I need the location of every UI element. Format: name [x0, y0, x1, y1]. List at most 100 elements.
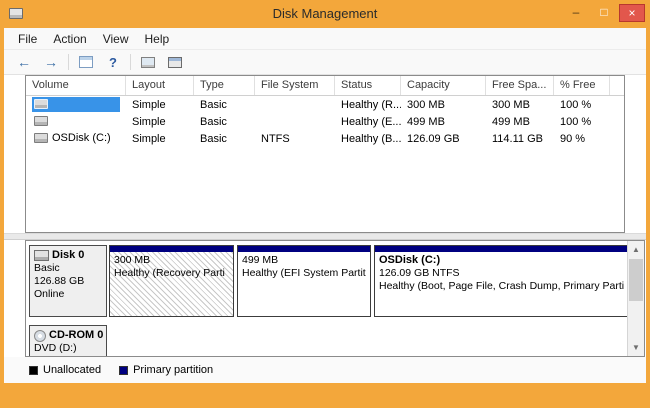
disk-properties-glyph	[168, 57, 182, 68]
menu-file[interactable]: File	[10, 29, 45, 49]
menu-help[interactable]: Help	[137, 29, 178, 49]
partition-recovery[interactable]: 300 MB Healthy (Recovery Parti	[109, 245, 234, 317]
column-free-space[interactable]: Free Spa...	[486, 76, 554, 95]
disk-type: DVD (D:)	[34, 342, 102, 355]
volume-list: Volume Layout Type File System Status Ca…	[25, 75, 625, 233]
minimize-button[interactable]: –	[563, 4, 589, 22]
cell-capacity: 300 MB	[401, 99, 486, 111]
volume-name: OSDisk (C:)	[52, 132, 111, 144]
cell-layout: Simple	[126, 133, 194, 145]
cell-status: Healthy (E...	[335, 116, 401, 128]
cell-free-space: 499 MB	[486, 116, 554, 128]
column-file-system[interactable]: File System	[255, 76, 335, 95]
volume-cell[interactable]: OSDisk (C:)	[32, 131, 120, 146]
cell-type: Basic	[194, 99, 255, 111]
disk0-row: Disk 0 Basic 126.88 GB Online 300 MB Hea…	[29, 245, 625, 317]
pane-splitter[interactable]	[4, 233, 646, 240]
volume-cell[interactable]	[32, 114, 120, 129]
legend-bar: Unallocated Primary partition	[4, 357, 646, 383]
column-layout[interactable]: Layout	[126, 76, 194, 95]
column-type[interactable]: Type	[194, 76, 255, 95]
cell-capacity: 126.09 GB	[401, 133, 486, 145]
cell-pct-free: 100 %	[554, 99, 610, 111]
partition-osdisk[interactable]: OSDisk (C:) 126.09 GB NTFS Healthy (Boot…	[374, 245, 627, 317]
menu-bar: File Action View Help	[4, 28, 646, 50]
computer-icon[interactable]	[138, 53, 158, 72]
cell-status: Healthy (B...	[335, 133, 401, 145]
disk-name: Disk 0	[52, 249, 84, 262]
partition-status: Healthy (EFI System Partit	[242, 267, 366, 280]
close-button[interactable]: ×	[619, 4, 645, 22]
console-tree-glyph	[79, 56, 93, 68]
toolbar: ← → ?	[4, 50, 646, 75]
disk-management-window: Disk Management – □ × File Action View H…	[0, 0, 650, 408]
vertical-scrollbar[interactable]: ▲ ▼	[627, 241, 644, 356]
cell-capacity: 499 MB	[401, 116, 486, 128]
disk-properties-icon[interactable]	[165, 53, 185, 72]
back-icon[interactable]: ←	[14, 53, 34, 72]
table-row-osdisk[interactable]: OSDisk (C:) Simple Basic NTFS Healthy (B…	[26, 130, 624, 147]
maximize-button[interactable]: □	[591, 4, 617, 22]
title-bar[interactable]: Disk Management – □ ×	[0, 0, 650, 28]
help-glyph: ?	[109, 55, 117, 70]
primary-partition-swatch	[119, 366, 128, 375]
table-row-recovery[interactable]: Simple Basic Healthy (R... 300 MB 300 MB…	[26, 96, 624, 113]
partition-size: 499 MB	[242, 254, 366, 267]
table-row-efi[interactable]: Simple Basic Healthy (E... 499 MB 499 MB…	[26, 113, 624, 130]
scrollbar-thumb[interactable]	[629, 259, 643, 301]
cell-layout: Simple	[126, 116, 194, 128]
cell-file-system: NTFS	[255, 133, 335, 145]
volume-selection[interactable]	[32, 97, 120, 112]
scroll-up-icon[interactable]: ▲	[628, 241, 644, 258]
menu-view[interactable]: View	[95, 29, 137, 49]
volume-list-header: Volume Layout Type File System Status Ca…	[26, 76, 624, 96]
partition-size: 300 MB	[114, 254, 229, 267]
legend-unallocated: Unallocated	[29, 364, 101, 376]
volume-icon	[34, 99, 48, 109]
legend-label: Primary partition	[133, 364, 213, 376]
cell-free-space: 114.11 GB	[486, 133, 554, 145]
legend-label: Unallocated	[43, 364, 101, 376]
cdrom0-info[interactable]: CD-ROM 0 DVD (D:)	[29, 325, 107, 356]
column-capacity[interactable]: Capacity	[401, 76, 486, 95]
forward-arrow-glyph: →	[44, 55, 58, 69]
partition-status: Healthy (Recovery Parti	[114, 267, 229, 280]
cell-free-space: 300 MB	[486, 99, 554, 111]
cell-type: Basic	[194, 133, 255, 145]
partitions: 300 MB Healthy (Recovery Parti 499 MB He…	[109, 245, 627, 317]
back-arrow-glyph: ←	[17, 55, 31, 69]
disk-graph-pane: Disk 0 Basic 126.88 GB Online 300 MB Hea…	[25, 240, 645, 357]
column-status[interactable]: Status	[335, 76, 401, 95]
cell-status: Healthy (R...	[335, 99, 401, 111]
menu-action[interactable]: Action	[45, 29, 94, 49]
disk-status: Online	[34, 288, 102, 301]
disk-size: 126.88 GB	[34, 275, 102, 288]
cdrom-icon	[34, 330, 46, 342]
window-content: File Action View Help ← → ? Volume Layou…	[4, 28, 646, 383]
toolbar-separator	[130, 54, 131, 70]
column-pct-free[interactable]: % Free	[554, 76, 610, 95]
hdd-icon	[34, 250, 49, 261]
column-volume[interactable]: Volume	[26, 76, 126, 95]
cell-pct-free: 90 %	[554, 133, 610, 145]
scroll-down-icon[interactable]: ▼	[628, 339, 644, 356]
partition-title: OSDisk (C:)	[379, 254, 624, 267]
legend-primary-partition: Primary partition	[119, 364, 213, 376]
cell-type: Basic	[194, 116, 255, 128]
console-tree-icon[interactable]	[76, 53, 96, 72]
cdrom0-row: CD-ROM 0 DVD (D:)	[29, 325, 625, 356]
help-icon[interactable]: ?	[103, 53, 123, 72]
partition-efi[interactable]: 499 MB Healthy (EFI System Partit	[237, 245, 371, 317]
cell-layout: Simple	[126, 99, 194, 111]
partition-status: Healthy (Boot, Page File, Crash Dump, Pr…	[379, 280, 624, 293]
cell-pct-free: 100 %	[554, 116, 610, 128]
partition-size: 126.09 GB NTFS	[379, 267, 624, 280]
unallocated-swatch	[29, 366, 38, 375]
toolbar-separator	[68, 54, 69, 70]
forward-icon[interactable]: →	[41, 53, 61, 72]
volume-icon	[34, 116, 48, 126]
disk-name: CD-ROM 0	[49, 329, 103, 342]
volume-icon	[34, 133, 48, 143]
disk0-info[interactable]: Disk 0 Basic 126.88 GB Online	[29, 245, 107, 317]
disk-type: Basic	[34, 262, 102, 275]
